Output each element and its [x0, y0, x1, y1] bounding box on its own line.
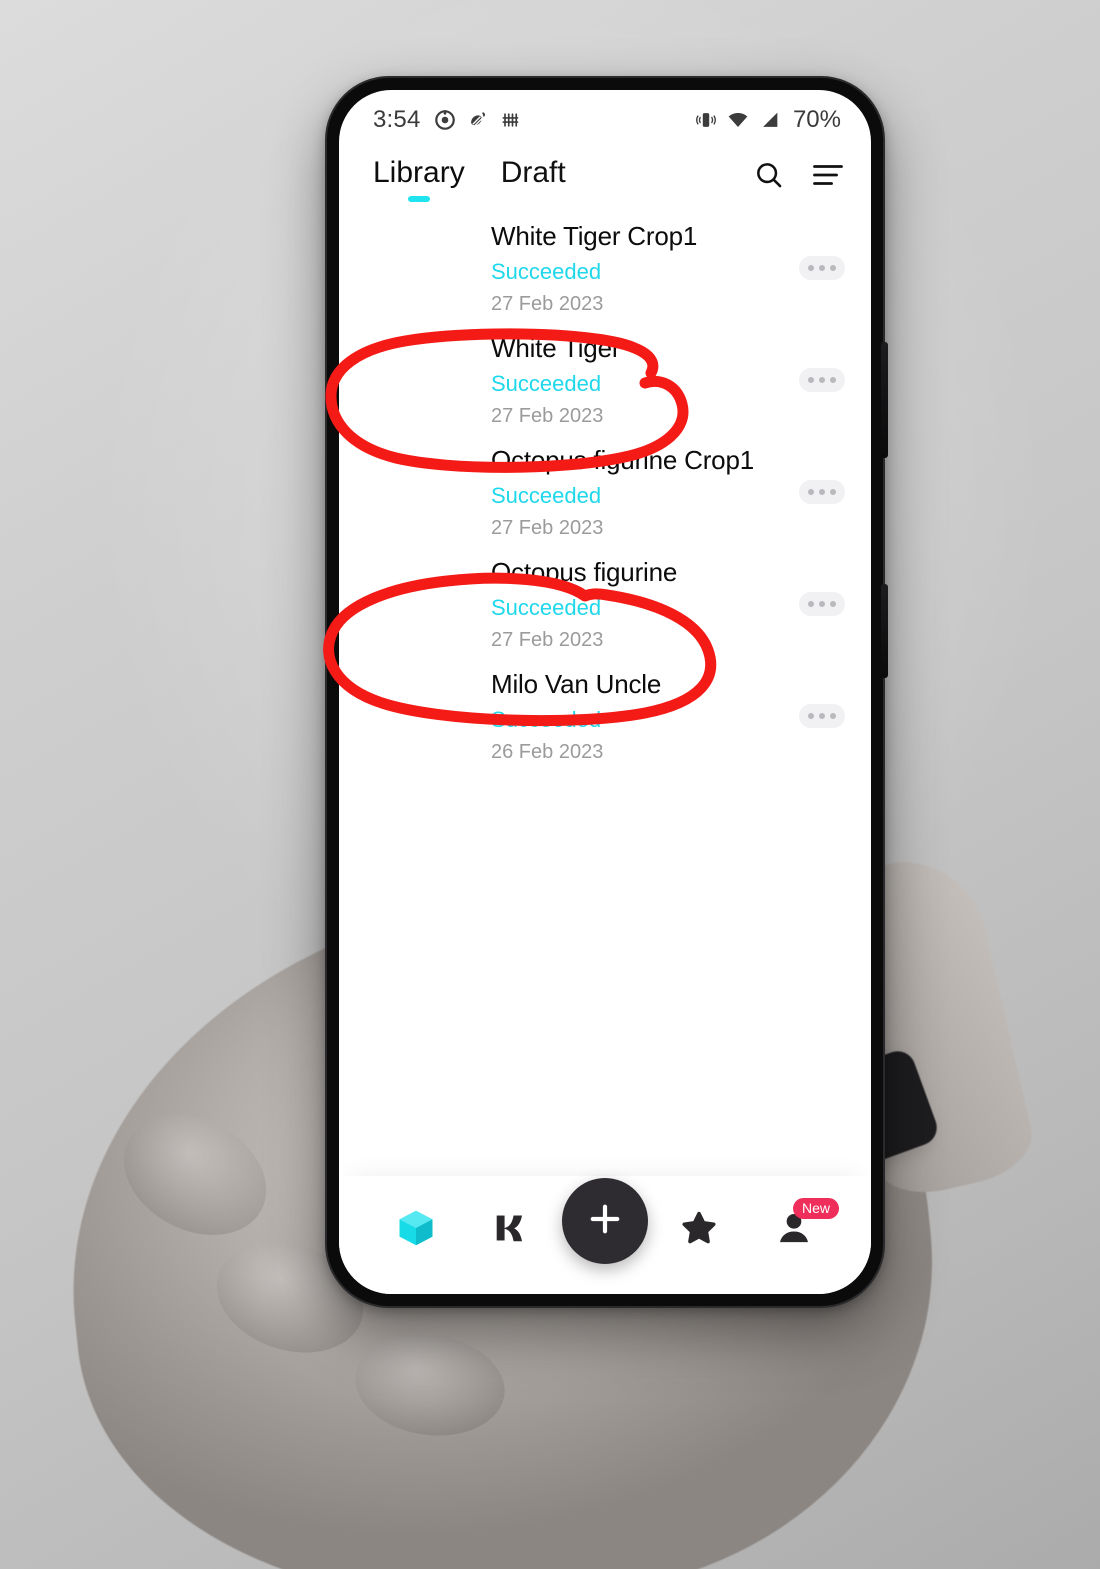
- more-options-button[interactable]: [799, 704, 845, 728]
- status-time: 3:54: [373, 106, 421, 133]
- cube-icon: [394, 1206, 438, 1255]
- list-item-status: Succeeded: [491, 594, 602, 620]
- search-icon[interactable]: [753, 159, 785, 191]
- tab-library[interactable]: Library: [373, 156, 465, 202]
- nav-item-favorites[interactable]: [652, 1176, 746, 1284]
- add-icon: [584, 1198, 626, 1245]
- bottom-navigation-bar: New: [339, 1176, 871, 1294]
- vibrate-icon: [695, 109, 717, 131]
- list-item-title: White Tiger Crop1: [491, 221, 698, 251]
- kiri-logo-icon: [489, 1206, 533, 1255]
- list-item-status: Succeeded: [491, 706, 602, 732]
- list-item-title: Octopus figurine: [491, 557, 678, 587]
- list-item[interactable]: Octopus figurine Succeeded 27 Feb 2023: [339, 548, 871, 660]
- cellular-signal-icon: [759, 109, 781, 131]
- new-badge: New: [793, 1198, 840, 1219]
- list-item[interactable]: Milo Van Uncle Succeeded 26 Feb 2023: [339, 660, 871, 772]
- more-options-button[interactable]: [799, 592, 845, 616]
- more-options-button[interactable]: [799, 256, 845, 280]
- list-item-status: Succeeded: [491, 482, 602, 508]
- more-options-button[interactable]: [799, 480, 845, 504]
- battery-percentage: 70%: [792, 106, 841, 133]
- header-tab-bar: Library Draft: [339, 144, 871, 206]
- list-item[interactable]: Octopus figurine Crop1 Succeeded 27 Feb …: [339, 436, 871, 548]
- tab-active-indicator: [407, 196, 430, 202]
- screenshot-scene: 3:54 70% Library Draft White Tiger Crop1…: [0, 0, 1100, 1569]
- list-item-date: 26 Feb 2023: [491, 740, 604, 763]
- list-item-status: Succeeded: [491, 258, 602, 284]
- wifi-icon: [726, 109, 750, 131]
- list-item-date: 27 Feb 2023: [491, 516, 604, 539]
- list-item[interactable]: White Tiger Crop1 Succeeded 27 Feb 2023: [339, 212, 871, 324]
- tally-icon: [500, 110, 520, 130]
- hamburger-menu-icon[interactable]: [811, 160, 845, 190]
- list-item[interactable]: White Tiger Succeeded 27 Feb 2023: [339, 324, 871, 436]
- list-item-title: White Tiger: [491, 333, 621, 363]
- list-item-date: 27 Feb 2023: [491, 292, 604, 315]
- star-icon: [679, 1208, 719, 1253]
- add-button[interactable]: [562, 1178, 649, 1264]
- list-item-title: Octopus figurine Crop1: [491, 445, 754, 475]
- library-list[interactable]: White Tiger Crop1 Succeeded 27 Feb 2023: [339, 206, 871, 1176]
- list-item-title: Milo Van Uncle: [491, 669, 662, 699]
- list-item-date: 27 Feb 2023: [491, 628, 604, 651]
- nav-item-create[interactable]: [558, 1176, 652, 1284]
- nav-item-kiri[interactable]: [463, 1176, 557, 1284]
- tab-draft-label: Draft: [500, 156, 566, 189]
- tab-library-label: Library: [373, 156, 465, 189]
- phone-screen: 3:54 70% Library Draft White Tiger Crop1…: [339, 90, 871, 1294]
- nav-item-library[interactable]: [369, 1176, 463, 1284]
- tab-draft[interactable]: Draft: [501, 156, 566, 194]
- location-icon: [434, 109, 456, 131]
- nav-item-profile[interactable]: New: [747, 1176, 841, 1284]
- volume-button[interactable]: [881, 342, 888, 458]
- status-bar: 3:54 70%: [339, 90, 871, 144]
- app-notification-icon: [467, 109, 489, 131]
- phone-device: 3:54 70% Library Draft White Tiger Crop1…: [327, 78, 888, 1306]
- list-item-date: 27 Feb 2023: [491, 404, 604, 427]
- more-options-button[interactable]: [799, 368, 845, 392]
- list-item-status: Succeeded: [491, 370, 602, 396]
- power-button[interactable]: [881, 584, 888, 678]
